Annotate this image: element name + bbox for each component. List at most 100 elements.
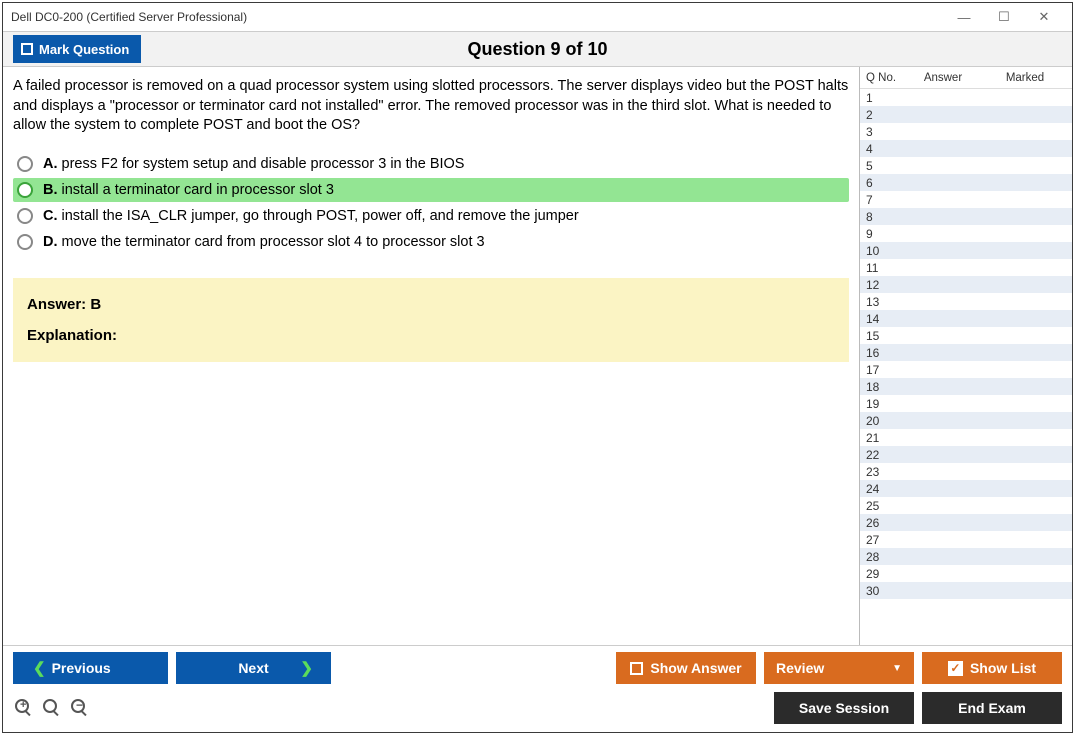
sidebar-row[interactable]: 2 — [860, 106, 1072, 123]
magnifier-plus-icon — [15, 699, 29, 713]
close-button[interactable]: ✕ — [1024, 5, 1064, 29]
col-header-marked: Marked — [982, 72, 1068, 84]
minimize-button[interactable]: — — [944, 5, 984, 29]
sidebar-header: Q No. Answer Marked — [860, 67, 1072, 89]
sidebar-qno: 8 — [864, 210, 904, 224]
sidebar-qno: 1 — [864, 91, 904, 105]
option-text: press F2 for system setup and disable pr… — [62, 156, 465, 172]
sidebar-row[interactable]: 22 — [860, 446, 1072, 463]
magnifier-minus-icon — [71, 699, 85, 713]
sidebar-row[interactable]: 12 — [860, 276, 1072, 293]
option-text: move the terminator card from processor … — [62, 234, 485, 250]
sidebar-qno: 23 — [864, 465, 904, 479]
maximize-button[interactable]: ☐ — [984, 5, 1024, 29]
sidebar-qno: 14 — [864, 312, 904, 326]
footer: ❮ Previous Next ❯ Show Answer Review ▼ ✓… — [3, 645, 1072, 732]
save-session-button[interactable]: Save Session — [774, 692, 914, 724]
show-list-label: Show List — [970, 660, 1036, 676]
mark-question-label: Mark Question — [39, 42, 129, 57]
sidebar-row[interactable]: 16 — [860, 344, 1072, 361]
check-icon: ✓ — [948, 661, 963, 676]
answer-label: Answer: — [27, 296, 90, 313]
sidebar-qno: 9 — [864, 227, 904, 241]
next-button[interactable]: Next ❯ — [176, 652, 331, 684]
sidebar-row[interactable]: 28 — [860, 548, 1072, 565]
sidebar-row[interactable]: 17 — [860, 361, 1072, 378]
zoom-controls — [13, 697, 91, 719]
sidebar-qno: 25 — [864, 499, 904, 513]
app-window: Dell DC0-200 (Certified Server Professio… — [2, 2, 1073, 733]
sidebar-qno: 15 — [864, 329, 904, 343]
sidebar-qno: 18 — [864, 380, 904, 394]
sidebar-row[interactable]: 8 — [860, 208, 1072, 225]
end-exam-button[interactable]: End Exam — [922, 692, 1062, 724]
zoom-in-button[interactable] — [13, 697, 35, 719]
option-letter: B. — [43, 182, 58, 198]
body: A failed processor is removed on a quad … — [3, 67, 1072, 645]
show-answer-button[interactable]: Show Answer — [616, 652, 756, 684]
sidebar-row[interactable]: 18 — [860, 378, 1072, 395]
titlebar: Dell DC0-200 (Certified Server Professio… — [3, 3, 1072, 31]
window-controls: — ☐ ✕ — [944, 5, 1064, 29]
next-label: Next — [238, 660, 268, 676]
question-text: A failed processor is removed on a quad … — [13, 77, 849, 136]
sidebar-qno: 12 — [864, 278, 904, 292]
question-counter: Question 9 of 10 — [467, 39, 607, 60]
sidebar-row[interactable]: 30 — [860, 582, 1072, 599]
save-session-label: Save Session — [799, 700, 889, 716]
sidebar-row[interactable]: 25 — [860, 497, 1072, 514]
show-answer-label: Show Answer — [650, 660, 741, 676]
review-button[interactable]: Review ▼ — [764, 652, 914, 684]
sidebar-row[interactable]: 9 — [860, 225, 1072, 242]
magnifier-icon — [43, 699, 57, 713]
sidebar-row[interactable]: 10 — [860, 242, 1072, 259]
sidebar-row[interactable]: 20 — [860, 412, 1072, 429]
sidebar-row[interactable]: 21 — [860, 429, 1072, 446]
sidebar-row[interactable]: 1 — [860, 89, 1072, 106]
sidebar-rows[interactable]: 1234567891011121314151617181920212223242… — [860, 89, 1072, 645]
sidebar-qno: 6 — [864, 176, 904, 190]
sidebar-row[interactable]: 7 — [860, 191, 1072, 208]
option-c[interactable]: C. install the ISA_CLR jumper, go throug… — [13, 204, 849, 228]
sidebar-row[interactable]: 3 — [860, 123, 1072, 140]
sidebar-row[interactable]: 15 — [860, 327, 1072, 344]
option-b[interactable]: B. install a terminator card in processo… — [13, 178, 849, 202]
sidebar-qno: 5 — [864, 159, 904, 173]
chevron-down-icon: ▼ — [892, 663, 902, 674]
zoom-reset-button[interactable] — [41, 697, 63, 719]
footer-row-1: ❮ Previous Next ❯ Show Answer Review ▼ ✓… — [13, 652, 1062, 684]
previous-button[interactable]: ❮ Previous — [13, 652, 168, 684]
checkbox-icon — [21, 43, 33, 55]
options-list: A. press F2 for system setup and disable… — [13, 152, 849, 254]
sidebar-qno: 24 — [864, 482, 904, 496]
sidebar-qno: 22 — [864, 448, 904, 462]
sidebar-row[interactable]: 29 — [860, 565, 1072, 582]
mark-question-button[interactable]: Mark Question — [13, 35, 141, 63]
sidebar-row[interactable]: 4 — [860, 140, 1072, 157]
sidebar-row[interactable]: 6 — [860, 174, 1072, 191]
sidebar-row[interactable]: 11 — [860, 259, 1072, 276]
col-header-qno: Q No. — [864, 72, 904, 84]
radio-icon — [17, 182, 33, 198]
sidebar-row[interactable]: 26 — [860, 514, 1072, 531]
square-icon — [630, 662, 643, 675]
sidebar-qno: 27 — [864, 533, 904, 547]
show-list-button[interactable]: ✓ Show List — [922, 652, 1062, 684]
sidebar-row[interactable]: 13 — [860, 293, 1072, 310]
sidebar-row[interactable]: 19 — [860, 395, 1072, 412]
sidebar-row[interactable]: 27 — [860, 531, 1072, 548]
sidebar-qno: 3 — [864, 125, 904, 139]
radio-icon — [17, 208, 33, 224]
sidebar-qno: 2 — [864, 108, 904, 122]
sidebar-row[interactable]: 14 — [860, 310, 1072, 327]
sidebar-row[interactable]: 5 — [860, 157, 1072, 174]
option-d[interactable]: D. move the terminator card from process… — [13, 230, 849, 254]
col-header-answer: Answer — [904, 72, 982, 84]
sidebar-row[interactable]: 24 — [860, 480, 1072, 497]
radio-icon — [17, 234, 33, 250]
sidebar-qno: 19 — [864, 397, 904, 411]
sidebar-row[interactable]: 23 — [860, 463, 1072, 480]
option-a[interactable]: A. press F2 for system setup and disable… — [13, 152, 849, 176]
sidebar-qno: 17 — [864, 363, 904, 377]
zoom-out-button[interactable] — [69, 697, 91, 719]
